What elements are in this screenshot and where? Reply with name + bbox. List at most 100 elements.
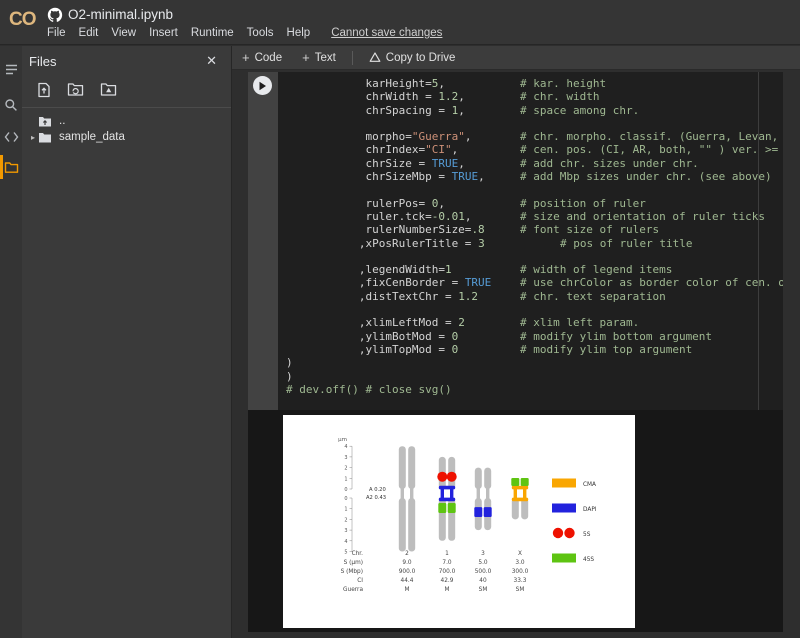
code-line[interactable]: ,xPosRulerTitle = 3# pos of ruler title — [286, 237, 783, 250]
code-line[interactable]: rulerPos= 0,# position of ruler — [286, 197, 783, 210]
svg-text:X: X — [518, 551, 522, 557]
svg-text:0: 0 — [344, 487, 347, 493]
svg-text:7.0: 7.0 — [442, 560, 452, 566]
code-line[interactable]: ,xlimLeftMod = 2# xlim left param. — [286, 316, 783, 329]
code-line[interactable]: chrIndex="CI",# cen. pos. (CI, AR, both,… — [286, 143, 783, 156]
plus-icon: + — [302, 50, 310, 65]
files-panel: Files ✕ .. ▸ — [22, 46, 232, 638]
svg-text:1: 1 — [344, 476, 347, 482]
copy-to-drive-button[interactable]: Copy to Drive — [359, 46, 466, 69]
code-line[interactable]: ) — [286, 370, 783, 383]
code-line[interactable]: ,ylimTopMod = 0# modify ylim top argumen… — [286, 343, 783, 356]
code-line[interactable]: chrSizeMbp = TRUE,# add Mbp sizes under … — [286, 170, 783, 183]
code-line[interactable]: morpho="Guerra",# chr. morpho. classif. … — [286, 130, 783, 143]
svg-text:CI: CI — [357, 578, 363, 584]
code-line[interactable] — [286, 250, 783, 263]
menu-item-tools[interactable]: Tools — [247, 27, 274, 39]
notebook-title[interactable]: O2-minimal.ipynb — [68, 7, 173, 22]
menu-item-help[interactable]: Help — [287, 27, 311, 39]
sidebar-rail — [0, 46, 22, 638]
tree-item-parent-dir[interactable]: .. — [38, 113, 231, 129]
menu-item-view[interactable]: View — [111, 27, 136, 39]
code-editor[interactable]: karHeight=5,# kar. height chrWidth = 1.2… — [278, 72, 783, 410]
code-line[interactable]: ,legendWidth=1# width of legend items — [286, 263, 783, 276]
add-code-label: Code — [255, 52, 283, 64]
run-cell-button[interactable] — [253, 76, 272, 95]
svg-text:1: 1 — [445, 551, 449, 557]
add-text-button[interactable]: + Text — [292, 46, 346, 69]
table-of-contents-icon[interactable] — [0, 54, 22, 84]
svg-text:3: 3 — [344, 455, 347, 461]
tree-item-sample-data[interactable]: ▸ sample_data — [22, 129, 231, 145]
files-icon[interactable] — [0, 152, 22, 182]
svg-text:DAPI: DAPI — [583, 507, 597, 513]
menu-item-runtime[interactable]: Runtime — [191, 27, 234, 39]
menu-item-insert[interactable]: Insert — [149, 27, 178, 39]
files-panel-header: Files ✕ — [22, 46, 231, 72]
code-line[interactable]: chrSize = TRUE,# add chr. sizes under ch… — [286, 157, 783, 170]
svg-text:A2 0.43: A2 0.43 — [366, 495, 386, 501]
code-line[interactable]: ,distTextChr = 1.2# chr. text separation — [286, 290, 783, 303]
colab-app: { "header": { "logo_text": "CO", "title"… — [0, 0, 800, 638]
plus-icon: + — [242, 50, 250, 65]
code-line[interactable]: rulerNumberSize=.8# font size of rulers — [286, 223, 783, 236]
toolbar-divider — [352, 51, 353, 65]
code-line[interactable]: ,ylimBotMod = 0# modify ylim bottom argu… — [286, 330, 783, 343]
menu-item-edit[interactable]: Edit — [79, 27, 99, 39]
code-line[interactable]: chrSpacing = 1,# space among chr. — [286, 104, 783, 117]
menu-item-file[interactable]: File — [47, 27, 66, 39]
refresh-folder-icon[interactable] — [67, 82, 84, 98]
svg-text:SM: SM — [479, 587, 488, 593]
search-icon[interactable] — [0, 90, 22, 120]
svg-text:SM: SM — [516, 587, 525, 593]
upload-file-icon[interactable] — [37, 82, 51, 98]
svg-text:3: 3 — [481, 551, 485, 557]
code-line[interactable]: karHeight=5,# kar. height — [286, 77, 783, 90]
mount-drive-icon[interactable] — [100, 82, 117, 98]
colab-logo[interactable]: CO — [9, 9, 36, 31]
svg-text:1: 1 — [344, 507, 347, 513]
code-line[interactable] — [286, 303, 783, 316]
svg-text:Guerra: Guerra — [343, 587, 363, 593]
tree-item-label: .. — [59, 115, 65, 127]
code-line[interactable]: ,fixCenBorder = TRUE# use chrColor as bo… — [286, 276, 783, 289]
code-snippets-icon[interactable] — [0, 122, 22, 152]
tree-item-label: sample_data — [59, 131, 125, 143]
svg-text:4: 4 — [344, 539, 347, 545]
svg-text:500.0: 500.0 — [475, 569, 492, 575]
svg-text:900.0: 900.0 — [399, 569, 416, 575]
svg-text:700.0: 700.0 — [439, 569, 456, 575]
cell-gutter — [248, 72, 278, 410]
folder-up-icon — [38, 115, 52, 128]
close-icon[interactable]: ✕ — [206, 53, 217, 69]
svg-text:40: 40 — [479, 578, 487, 584]
code-line[interactable] — [286, 117, 783, 130]
svg-text:M: M — [444, 587, 449, 593]
svg-text:CMA: CMA — [583, 482, 596, 488]
add-code-button[interactable]: + Code — [232, 46, 292, 69]
menu-bar: File Edit View Insert Runtime Tools Help Cannot… — [47, 27, 442, 39]
output-plot: µm43210012345A 0.20A2 0.43CMADAPI5S45SCh… — [283, 415, 635, 628]
svg-text:4: 4 — [344, 444, 347, 450]
code-line[interactable]: chrWidth = 1.2,# chr. width — [286, 90, 783, 103]
caret-right-icon[interactable]: ▸ — [28, 133, 38, 142]
play-icon — [258, 81, 267, 91]
svg-text:Chr.: Chr. — [352, 551, 364, 557]
code-line[interactable]: ) — [286, 356, 783, 369]
svg-text:S (µm): S (µm) — [344, 560, 363, 566]
code-line[interactable]: ruler.tck=-0.01,# size and orientation o… — [286, 210, 783, 223]
code-line[interactable] — [286, 183, 783, 196]
svg-text:5S: 5S — [583, 532, 591, 538]
cell-output: µm43210012345A 0.20A2 0.43CMADAPI5S45SCh… — [248, 410, 783, 632]
svg-text:3.0: 3.0 — [515, 560, 525, 566]
save-status-link[interactable]: Cannot save changes — [331, 27, 442, 39]
github-icon[interactable] — [47, 7, 63, 23]
svg-text:33.3: 33.3 — [514, 578, 527, 584]
svg-text:2: 2 — [344, 466, 347, 472]
copy-to-drive-label: Copy to Drive — [386, 52, 456, 64]
code-line[interactable]: # dev.off() # close svg() — [286, 383, 783, 396]
drive-icon — [369, 52, 381, 63]
folder-icon — [38, 131, 52, 144]
svg-text:µm: µm — [338, 437, 347, 443]
add-text-label: Text — [315, 52, 336, 64]
